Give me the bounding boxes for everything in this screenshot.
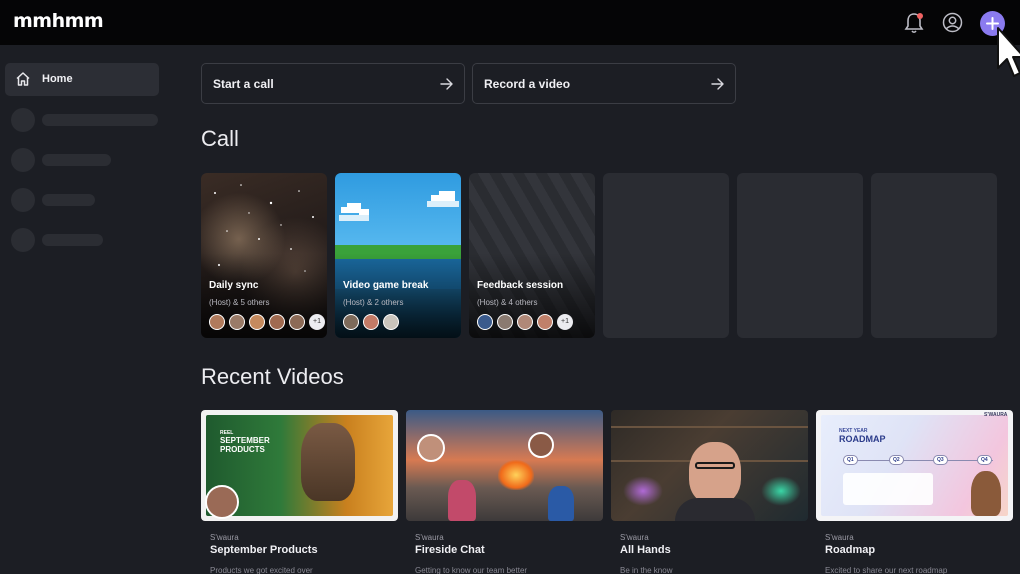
video-description: Products we got excited over [210,566,313,574]
thumbnail-image: S'WAURA NEXT YEAR ROADMAP Q1 Q2 Q3 Q4 [821,412,1008,516]
avatar [229,314,245,330]
avatar [517,314,533,330]
call-card-hosts: (Host) & 2 others [343,298,404,307]
thumbnail-image [406,410,603,521]
app-logo[interactable]: mmhmm [13,10,104,32]
avatar [537,314,553,330]
video-thumbnail-all-hands[interactable] [611,410,808,521]
sidebar-skeleton-bar [42,154,111,166]
participant-avatars: +1 [477,314,577,330]
thumbnail-heading: SEPTEMBER PRODUCTS [220,436,270,454]
avatar [209,314,225,330]
avatar [289,314,305,330]
account-icon[interactable] [942,12,963,33]
presenter-glasses [695,462,735,469]
video-description: Getting to know our team better [415,566,528,574]
sidebar-skeleton-avatar [11,188,35,212]
video-title[interactable]: Roadmap [825,544,875,556]
video-title[interactable]: Fireside Chat [415,544,485,556]
sidebar-skeleton-avatar [11,108,35,132]
video-thumbnail-roadmap[interactable]: S'WAURA NEXT YEAR ROADMAP Q1 Q2 Q3 Q4 [816,410,1013,521]
timeline-step: Q4 [977,455,992,465]
call-card-hosts: (Host) & 4 others [477,298,538,307]
video-description: Excited to share our next roadmap [825,566,948,574]
sidebar-skeleton-bar [42,234,103,246]
mouse-cursor-icon [997,27,1020,77]
call-card-hosts: (Host) & 5 others [209,298,270,307]
avatar [363,314,379,330]
sidebar-item-home[interactable]: Home [5,63,159,96]
presenter-shirt [675,498,755,521]
call-card-title: Video game break [343,280,429,291]
thumbnail-heading: ROADMAP [839,434,886,444]
participant [548,486,574,521]
sidebar-skeleton-bar [42,114,158,126]
thumbnail-image: REEL SEPTEMBER PRODUCTS [205,415,393,519]
video-author: S'waura [210,533,239,542]
video-author: S'waura [825,533,854,542]
participant-bubble [528,432,554,458]
record-video-button[interactable]: Record a video [472,63,736,104]
video-author: S'waura [415,533,444,542]
start-call-button[interactable]: Start a call [201,63,465,104]
avatar [477,314,493,330]
call-card-video-game-break[interactable]: Video game break (Host) & 2 others [335,173,461,338]
shelf-light [761,476,801,506]
participant-bubble [417,434,445,462]
arrow-right-icon [711,78,724,90]
thumbnail-brand: S'WAURA [984,412,1008,418]
top-bar: mmhmm [0,0,1020,45]
call-card-title: Feedback session [477,280,564,291]
call-card-title: Daily sync [209,280,259,291]
thumbnail-image [611,410,808,521]
video-title[interactable]: September Products [210,544,318,556]
presenter [971,471,1001,516]
participant-avatars [343,314,403,330]
timeline-step: Q1 [843,455,858,465]
call-card-placeholder [737,173,863,338]
shelf-light [623,476,663,506]
avatar [269,314,285,330]
call-card-placeholder [603,173,729,338]
recent-videos-title: Recent Videos [201,364,344,389]
campfire-flame [498,460,534,490]
start-call-label: Start a call [213,77,274,91]
avatar [497,314,513,330]
presenter-portrait [301,423,355,501]
timeline-line [843,460,993,461]
avatar [383,314,399,330]
call-card-placeholder [871,173,997,338]
sidebar-skeleton-avatar [11,148,35,172]
video-thumbnail-fireside-chat[interactable] [406,410,603,521]
notification-dot [917,13,923,19]
arrow-right-icon [440,78,453,90]
avatar [249,314,265,330]
video-title[interactable]: All Hands [620,544,671,556]
timeline-step: Q2 [889,455,904,465]
call-section-title: Call [201,126,239,151]
presenter [689,442,741,504]
call-card-daily-sync[interactable]: Daily sync (Host) & 5 others +1 [201,173,327,338]
bookshelf [611,426,808,428]
video-thumbnail-september-products[interactable]: REEL SEPTEMBER PRODUCTS [201,410,398,521]
timeline-step: Q3 [933,455,948,465]
timeline-details-box [843,473,933,505]
sidebar-skeleton-avatar [11,228,35,252]
participant [448,480,476,521]
record-video-label: Record a video [484,77,571,91]
home-icon [16,72,30,86]
video-description: Be in the know [620,566,673,574]
participant-avatars: +1 [209,314,327,330]
video-author: S'waura [620,533,649,542]
presenter-avatar [205,485,239,519]
sidebar-item-label: Home [42,73,73,85]
more-participants-badge: +1 [309,314,325,330]
more-participants-badge: +1 [557,314,573,330]
call-card-feedback-session[interactable]: Feedback session (Host) & 4 others +1 [469,173,595,338]
avatar [343,314,359,330]
sidebar-skeleton-bar [42,194,95,206]
